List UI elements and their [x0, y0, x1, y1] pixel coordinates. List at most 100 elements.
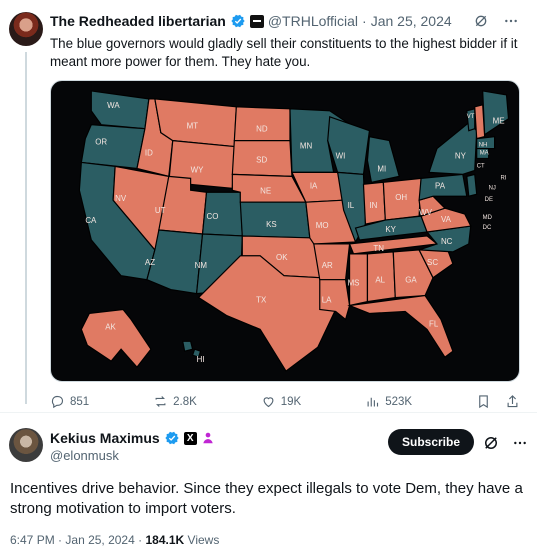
- tweet-time[interactable]: 6:47 PM: [10, 533, 55, 547]
- tweet-header: The Redheaded libertarian @TRHLofficial …: [50, 13, 452, 29]
- us-map: WA OR CA ID NV MT WY UT AZ CO NM ND SD N…: [78, 90, 510, 372]
- bookmark-icon[interactable]: [476, 394, 491, 409]
- person-icon[interactable]: [201, 431, 215, 445]
- map-label-pa: PA: [435, 181, 446, 190]
- x-badge-icon[interactable]: X: [183, 431, 197, 445]
- reply-count: 851: [70, 395, 90, 408]
- map-label-dc: DC: [483, 225, 492, 231]
- map-label-de: DE: [485, 197, 493, 203]
- map-label-sc: SC: [427, 258, 438, 267]
- map-label-ca: CA: [85, 216, 97, 225]
- map-label-mo: MO: [316, 221, 329, 230]
- tweet-actions: 851 2.8K 19K 523K: [50, 394, 520, 409]
- state-ak: [80, 308, 152, 369]
- reply-icon: [51, 395, 64, 409]
- map-label-nj: NJ: [489, 185, 496, 191]
- views-count: 184.1K: [145, 533, 185, 547]
- map-label-ny: NY: [455, 151, 467, 160]
- map-label-ct: CT: [477, 163, 485, 169]
- map-label-nc: NC: [441, 237, 453, 246]
- map-label-vt: VT: [467, 114, 475, 120]
- repost-icon: [155, 396, 166, 407]
- map-label-ut: UT: [155, 206, 166, 215]
- tweet-text: The blue governors would gladly sell the…: [50, 36, 518, 69]
- grok-icon[interactable]: [482, 434, 500, 452]
- parent-tweet[interactable]: The Redheaded libertarian @TRHLofficial …: [0, 0, 537, 412]
- map-label-mt: MT: [187, 122, 199, 131]
- tweet-tools: [482, 434, 528, 452]
- map-label-wy: WY: [191, 165, 204, 174]
- author-name[interactable]: The Redheaded libertarian: [50, 13, 226, 29]
- author-handle[interactable]: @elonmusk: [50, 448, 119, 463]
- views-label: Views: [187, 533, 220, 547]
- tweet-extra-actions: [476, 394, 520, 409]
- subscribe-button[interactable]: Subscribe: [388, 429, 474, 455]
- map-label-fl: FL: [429, 319, 439, 328]
- author-handle[interactable]: @TRHLofficial: [268, 13, 358, 29]
- map-label-md: MD: [483, 215, 493, 221]
- tweet-tools: [473, 13, 519, 29]
- verified-icon: [231, 14, 245, 28]
- tweet-date[interactable]: Jan 25, 2024: [65, 533, 134, 547]
- map-label-la: LA: [322, 296, 332, 305]
- affiliate-badge-icon[interactable]: [249, 14, 264, 28]
- separator: ·: [58, 533, 63, 547]
- map-label-nv: NV: [115, 194, 127, 203]
- map-label-ky: KY: [385, 225, 396, 234]
- map-label-sd: SD: [256, 155, 267, 164]
- avatar[interactable]: [9, 12, 43, 46]
- map-label-ak: AK: [105, 322, 116, 331]
- state-or: [80, 124, 146, 170]
- tweet-meta: 6:47 PM · Jan 25, 2024 · 184.1K Views: [10, 533, 219, 547]
- avatar[interactable]: [9, 428, 43, 462]
- like-button[interactable]: 19K: [261, 394, 301, 409]
- map-label-ks: KS: [266, 220, 277, 229]
- map-label-wa: WA: [107, 101, 120, 110]
- map-label-ga: GA: [405, 276, 417, 285]
- reply-button[interactable]: 851: [50, 394, 89, 409]
- repost-button[interactable]: 2.8K: [153, 394, 197, 409]
- map-label-tn: TN: [373, 244, 384, 253]
- state-wi: [327, 115, 371, 176]
- map-label-ok: OK: [276, 253, 288, 262]
- state-hi: [181, 340, 194, 352]
- map-label-nm: NM: [195, 261, 207, 270]
- map-label-ne: NE: [260, 186, 271, 195]
- map-label-wi: WI: [336, 151, 346, 160]
- map-label-nh: NH: [479, 143, 488, 149]
- map-label-id: ID: [145, 149, 153, 158]
- views-button[interactable]: 523K: [365, 394, 412, 409]
- map-label-ri: RI: [501, 175, 507, 181]
- map-label-il: IL: [348, 201, 355, 210]
- repost-count: 2.8K: [173, 395, 197, 408]
- map-label-ia: IA: [310, 181, 318, 190]
- map-label-va: VA: [441, 215, 452, 224]
- map-label-ar: AR: [322, 261, 333, 270]
- map-label-mi: MI: [377, 164, 386, 173]
- map-label-al: AL: [375, 276, 385, 285]
- like-count: 19K: [280, 395, 302, 408]
- map-label-wv: WV: [419, 208, 432, 217]
- author-name[interactable]: Kekius Maximus: [50, 430, 160, 446]
- tweet-header: Kekius Maximus X: [50, 430, 215, 446]
- thread-line: [25, 52, 27, 404]
- us-map-image[interactable]: WA OR CA ID NV MT WY UT AZ CO NM ND SD N…: [50, 80, 520, 382]
- map-label-me: ME: [493, 117, 505, 126]
- map-label-oh: OH: [395, 193, 407, 202]
- share-icon[interactable]: [505, 394, 520, 409]
- separator: ·: [138, 533, 143, 547]
- more-icon[interactable]: [512, 435, 528, 451]
- tweet-date[interactable]: Jan 25, 2024: [371, 13, 452, 29]
- views-count: 523K: [385, 395, 413, 408]
- separator: ·: [362, 13, 367, 29]
- grok-icon[interactable]: [473, 13, 489, 29]
- map-label-tx: TX: [256, 296, 267, 305]
- map-label-nd: ND: [256, 125, 268, 134]
- verified-icon: [165, 431, 179, 445]
- map-label-ms: MS: [348, 279, 360, 288]
- map-label-in: IN: [369, 201, 377, 210]
- state-wa: [90, 90, 150, 130]
- more-icon[interactable]: [503, 13, 519, 29]
- map-label-or: OR: [95, 138, 107, 147]
- map-label-hi: HI: [197, 355, 205, 364]
